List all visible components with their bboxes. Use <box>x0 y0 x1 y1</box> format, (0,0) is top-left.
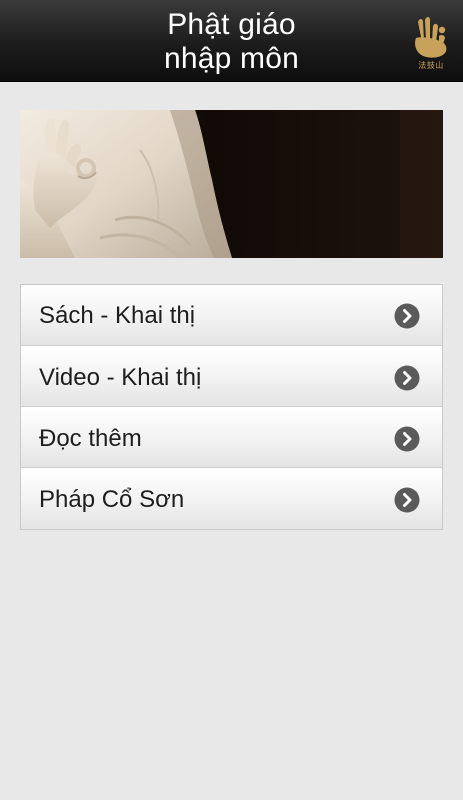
chevron-right-circle-icon <box>394 426 420 452</box>
chevron-right-circle-icon <box>394 303 420 329</box>
header-bar: Phật giáo nhập môn 法鼓山 <box>0 0 463 82</box>
menu-item-label: Sách - Khai thị <box>39 302 196 329</box>
chevron-right-circle-icon <box>394 365 420 391</box>
logo-caption: 法鼓山 <box>418 61 444 70</box>
page-title: Phật giáo nhập môn <box>60 8 403 76</box>
chevron-right-circle-icon <box>394 487 420 513</box>
title-line-2: nhập môn <box>163 42 300 75</box>
menu-item-doc-them[interactable]: Đọc thêm <box>21 407 442 468</box>
main-menu-list: Sách - Khai thị Video - Khai thị Đọc thê… <box>20 284 443 530</box>
title-line-1: Phật giáo <box>167 8 296 41</box>
menu-item-phap-co-son[interactable]: Pháp Cổ Sơn <box>21 468 442 529</box>
menu-item-video-khai-thi[interactable]: Video - Khai thị <box>21 346 442 407</box>
menu-item-sach-khai-thi[interactable]: Sách - Khai thị <box>21 285 442 346</box>
buddha-statue-image <box>20 110 443 258</box>
dharma-drum-logo-icon[interactable]: 法鼓山 <box>412 16 450 70</box>
app-screen: Phật giáo nhập môn 法鼓山 Sách - Khai thị V… <box>0 0 463 800</box>
menu-item-label: Video - Khai thị <box>39 364 202 391</box>
banner-image <box>20 110 443 258</box>
logo-mark <box>415 17 447 58</box>
menu-item-label: Pháp Cổ Sơn <box>39 486 185 513</box>
menu-item-label: Đọc thêm <box>39 425 142 452</box>
